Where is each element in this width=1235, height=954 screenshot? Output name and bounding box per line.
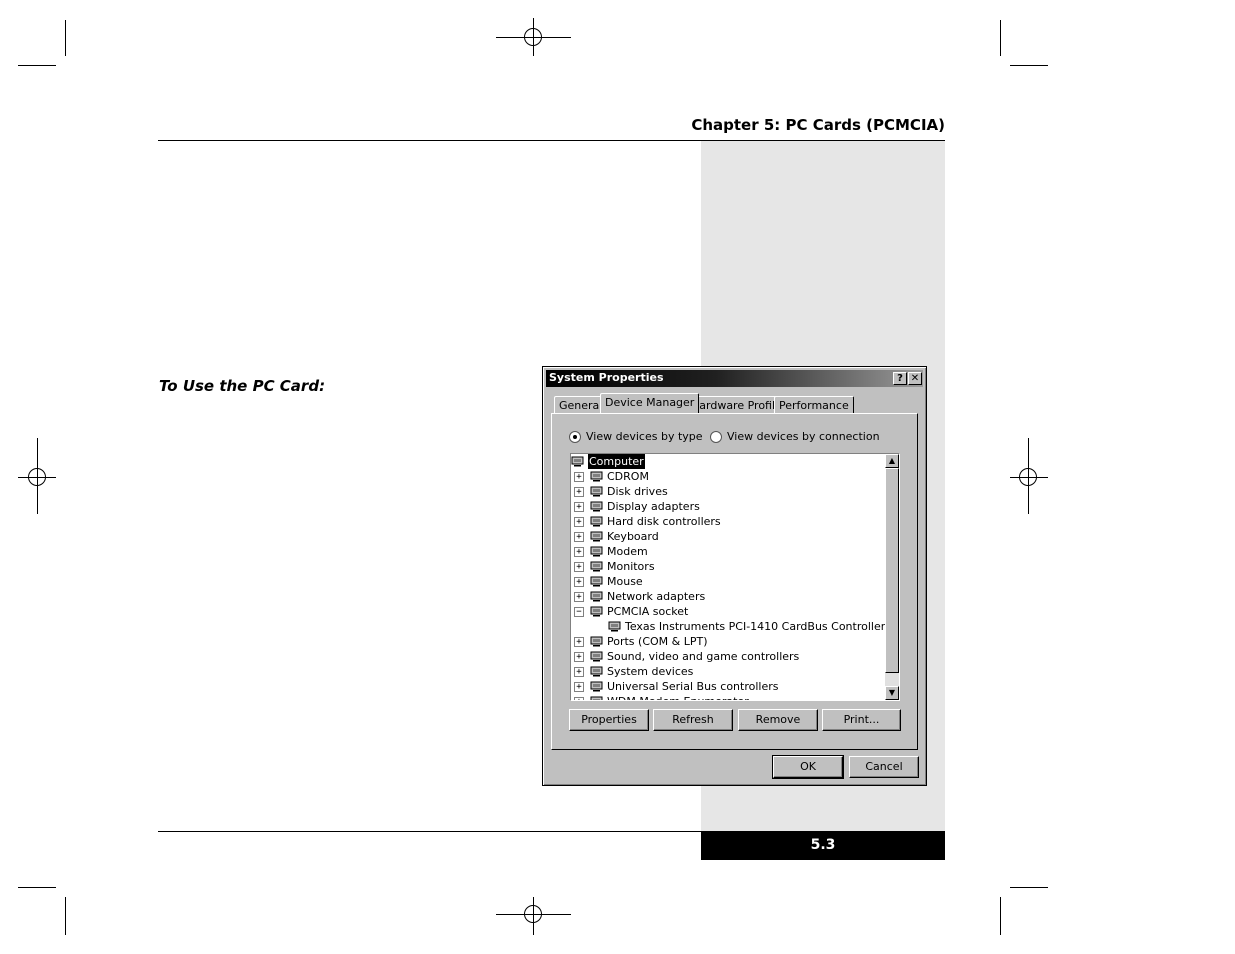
tree-item-label: Mouse	[607, 575, 643, 588]
expand-icon[interactable]: +	[574, 667, 584, 677]
radio-label: View devices by connection	[727, 430, 880, 443]
radio-unselected-icon	[710, 431, 722, 443]
cancel-button[interactable]: Cancel	[849, 756, 919, 778]
ok-button[interactable]: OK	[772, 755, 844, 779]
network-adapter-icon	[590, 591, 603, 602]
tree-item[interactable]: + Modem	[571, 544, 885, 559]
cdrom-icon	[590, 471, 603, 482]
section-subheading: To Use the PC Card:	[159, 377, 326, 395]
properties-button[interactable]: Properties	[569, 709, 649, 731]
scroll-up-button[interactable]: ▲	[885, 454, 899, 468]
tree-item-label: CDROM	[607, 470, 649, 483]
disk-drive-icon	[590, 486, 603, 497]
tree-item[interactable]: + Hard disk controllers	[571, 514, 885, 529]
tree-item-label: Texas Instruments PCI-1410 CardBus Contr…	[625, 620, 886, 633]
page-number: 5.3	[701, 832, 945, 860]
port-icon	[590, 636, 603, 647]
tree-item-label: WDM Modem Enumerator	[607, 694, 749, 700]
dialog-title: System Properties	[549, 371, 664, 384]
tree-item[interactable]: + Mouse	[571, 574, 885, 589]
modem-enumerator-icon	[590, 696, 603, 700]
usb-icon	[590, 681, 603, 692]
radio-view-by-type[interactable]: View devices by type	[569, 430, 703, 443]
expand-icon[interactable]: +	[574, 517, 584, 527]
header-rule	[158, 140, 945, 141]
tab-device-manager[interactable]: Device Manager	[600, 393, 700, 413]
mouse-icon	[590, 576, 603, 587]
tree-item[interactable]: + Network adapters	[571, 589, 885, 604]
expand-icon[interactable]: +	[574, 562, 584, 572]
scroll-thumb[interactable]	[885, 468, 899, 673]
close-button[interactable]: ✕	[908, 372, 922, 385]
device-tree[interactable]: + WDM Modem Enumerator + Universal Serial B…	[570, 453, 900, 701]
tree-item-label: Universal Serial Bus controllers	[607, 680, 779, 693]
radio-selected-icon	[569, 431, 581, 443]
tree-item-label: Network adapters	[607, 590, 706, 603]
system-device-icon	[590, 666, 603, 677]
expand-icon[interactable]: +	[574, 547, 584, 557]
vertical-scrollbar[interactable]: ▲ ▼	[885, 454, 899, 700]
keyboard-icon	[590, 531, 603, 542]
expand-icon[interactable]: +	[574, 637, 584, 647]
tree-item[interactable]: + Disk drives	[571, 484, 885, 499]
dialog-titlebar[interactable]: System Properties ? ✕	[546, 370, 923, 387]
expand-icon[interactable]: +	[574, 502, 584, 512]
tree-item-label: Keyboard	[607, 530, 659, 543]
hard-disk-controller-icon	[590, 516, 603, 527]
tree-item[interactable]: + WDM Modem Enumerator	[571, 694, 885, 700]
monitor-icon	[590, 561, 603, 572]
tree-item-label: Computer	[588, 454, 645, 469]
display-adapter-icon	[590, 501, 603, 512]
tree-item-label: Monitors	[607, 560, 655, 573]
pcmcia-icon	[590, 606, 603, 617]
chapter-title: Chapter 5: PC Cards (PCMCIA)	[691, 116, 945, 134]
print-button[interactable]: Print...	[822, 709, 901, 731]
expand-icon[interactable]: +	[574, 577, 584, 587]
tree-item-label: Modem	[607, 545, 648, 558]
collapse-icon[interactable]: −	[574, 607, 584, 617]
modem-icon	[590, 546, 603, 557]
tree-item[interactable]: + Universal Serial Bus controllers	[571, 679, 885, 694]
pcmcia-card-icon	[608, 621, 621, 632]
remove-button[interactable]: Remove	[738, 709, 818, 731]
tree-item-label: Display adapters	[607, 500, 700, 513]
scroll-down-button[interactable]: ▼	[885, 686, 899, 700]
expand-icon[interactable]: +	[574, 472, 584, 482]
tree-item[interactable]: + Sound, video and game controllers	[571, 649, 885, 664]
radio-view-by-connection[interactable]: View devices by connection	[710, 430, 880, 443]
tree-item[interactable]: + Monitors	[571, 559, 885, 574]
expand-icon[interactable]: +	[574, 697, 584, 700]
radio-label: View devices by type	[586, 430, 703, 443]
expand-icon[interactable]: +	[574, 592, 584, 602]
tree-item-label: Disk drives	[607, 485, 668, 498]
tree-item[interactable]: Texas Instruments PCI-1410 CardBus Contr…	[571, 619, 885, 634]
tree-item[interactable]: + Ports (COM & LPT)	[571, 634, 885, 649]
system-properties-dialog: System Properties ? ✕ General Device Man…	[542, 366, 927, 786]
tree-item[interactable]: − PCMCIA socket	[571, 604, 885, 619]
tree-item[interactable]: + Display adapters	[571, 499, 885, 514]
refresh-button[interactable]: Refresh	[653, 709, 733, 731]
tree-item-label: Ports (COM & LPT)	[607, 635, 708, 648]
expand-icon[interactable]: +	[574, 652, 584, 662]
tree-item-label: Sound, video and game controllers	[607, 650, 800, 663]
expand-icon[interactable]: +	[574, 532, 584, 542]
sound-icon	[590, 651, 603, 662]
tree-item-label: System devices	[607, 665, 694, 678]
tree-root-item[interactable]: Computer	[571, 454, 885, 469]
tree-item[interactable]: + CDROM	[571, 469, 885, 484]
expand-icon[interactable]: +	[574, 487, 584, 497]
tree-item[interactable]: + System devices	[571, 664, 885, 679]
help-button[interactable]: ?	[893, 372, 907, 385]
computer-icon	[571, 456, 584, 467]
tree-item[interactable]: + Keyboard	[571, 529, 885, 544]
tree-item-label: Hard disk controllers	[607, 515, 721, 528]
tree-item-label: PCMCIA socket	[607, 605, 689, 618]
tab-performance[interactable]: Performance	[774, 396, 854, 413]
expand-icon[interactable]: +	[574, 682, 584, 692]
